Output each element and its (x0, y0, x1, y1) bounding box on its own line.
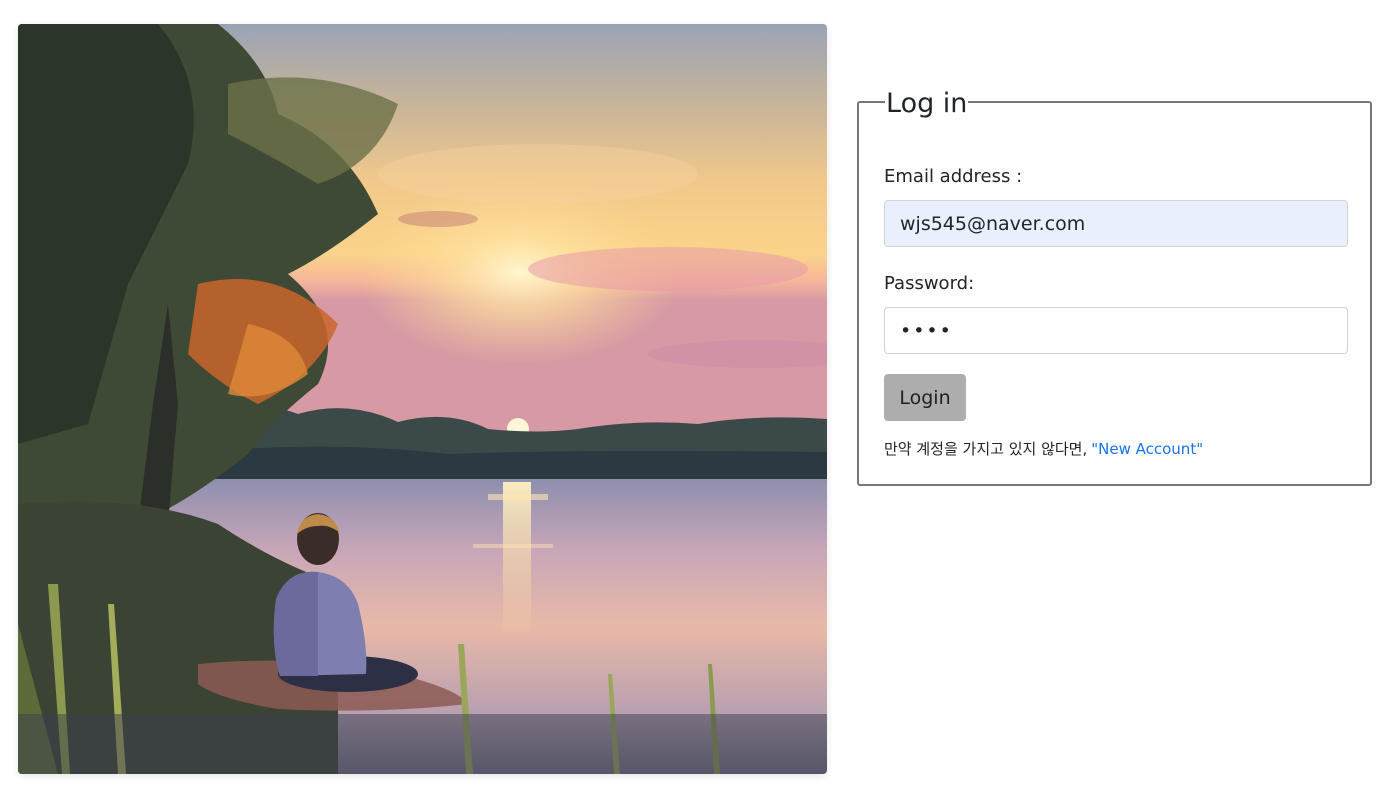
signup-text: 만약 계정을 가지고 있지 않다면, (884, 440, 1088, 458)
password-label: Password: (884, 273, 975, 294)
signup-prompt: 만약 계정을 가지고 있지 않다면, "New Account" (884, 439, 1203, 459)
login-form: Log in Email address : Password: Login 만… (857, 89, 1372, 486)
login-legend: Log in (885, 88, 969, 119)
hero-painting (18, 24, 827, 774)
login-button[interactable]: Login (884, 374, 966, 421)
email-label: Email address : (884, 166, 1023, 187)
sunset-lake-illustration (18, 24, 827, 774)
email-field[interactable] (884, 200, 1348, 247)
new-account-link[interactable]: "New Account" (1091, 440, 1203, 458)
password-field[interactable] (884, 307, 1348, 354)
